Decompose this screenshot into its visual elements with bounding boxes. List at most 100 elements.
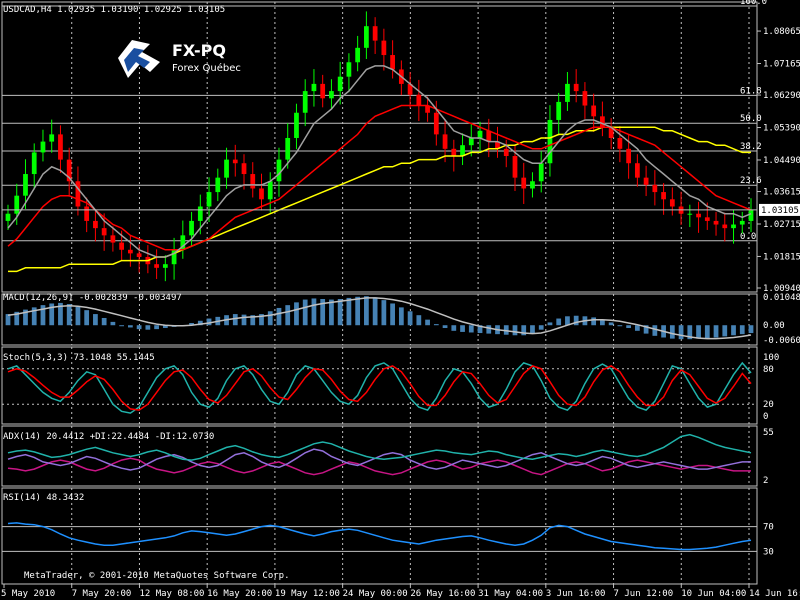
candle-body[interactable] [442, 134, 448, 149]
candle-body[interactable] [748, 210, 754, 221]
candle-body[interactable] [530, 181, 535, 189]
macd-bar[interactable] [442, 325, 448, 329]
macd-bar[interactable] [433, 324, 439, 326]
candle-body[interactable] [259, 188, 264, 200]
candle-body[interactable] [215, 177, 221, 193]
candle-body[interactable] [696, 213, 701, 218]
candle-body[interactable] [197, 206, 203, 221]
macd-bar[interactable] [93, 314, 98, 326]
candle-body[interactable] [416, 94, 422, 106]
candle-body[interactable] [31, 152, 37, 175]
candle-body[interactable] [573, 83, 579, 92]
macd-bar[interactable] [556, 318, 562, 326]
candle-body[interactable] [58, 134, 63, 160]
candle-body[interactable] [329, 91, 334, 99]
candle-body[interactable] [669, 199, 675, 207]
candle-body[interactable] [521, 177, 527, 189]
candle-body[interactable] [739, 220, 745, 225]
macd-bar[interactable] [241, 314, 247, 326]
candle-body[interactable] [661, 192, 666, 200]
candle-body[interactable] [381, 40, 387, 56]
macd-bar[interactable] [302, 299, 308, 326]
macd-bar[interactable] [136, 325, 142, 330]
macd-bar[interactable] [398, 307, 404, 326]
candle-body[interactable] [460, 145, 465, 157]
candle-body[interactable] [722, 224, 728, 229]
macd-bar[interactable] [512, 325, 518, 336]
candle-body[interactable] [731, 224, 736, 229]
macd-bar[interactable] [416, 315, 422, 326]
macd-bar[interactable] [337, 299, 343, 326]
macd-bar[interactable] [468, 325, 474, 333]
candle-body[interactable] [5, 213, 11, 221]
macd-bar[interactable] [739, 325, 745, 335]
candle-body[interactable] [451, 148, 457, 157]
candle-body[interactable] [512, 156, 518, 178]
macd-bar[interactable] [145, 325, 151, 330]
macd-bar[interactable] [119, 325, 125, 327]
macd-bar[interactable] [285, 305, 291, 326]
candle-body[interactable] [250, 174, 256, 189]
macd-bar[interactable] [267, 311, 273, 326]
macd-bar[interactable] [538, 325, 544, 330]
candle-body[interactable] [547, 119, 553, 164]
candle-body[interactable] [241, 163, 247, 175]
candle-body[interactable] [355, 47, 361, 63]
candle-body[interactable] [285, 137, 291, 160]
macd-bar[interactable] [696, 325, 701, 339]
candle-body[interactable] [468, 137, 474, 146]
candle-body[interactable] [364, 26, 369, 48]
candle-body[interactable] [14, 195, 20, 214]
candle-body[interactable] [110, 235, 116, 243]
macd-bar[interactable] [66, 304, 72, 326]
candle-body[interactable] [337, 76, 343, 92]
candle-body[interactable] [267, 181, 273, 200]
macd-bar[interactable] [451, 325, 457, 331]
macd-bar[interactable] [5, 314, 11, 326]
candle-body[interactable] [302, 91, 308, 113]
candle-body[interactable] [40, 141, 46, 153]
macd-bar[interactable] [355, 296, 361, 326]
candle-body[interactable] [346, 62, 352, 77]
macd-bar[interactable] [669, 325, 675, 339]
macd-bar[interactable] [346, 297, 352, 326]
macd-bar[interactable] [530, 325, 535, 334]
candle-body[interactable] [93, 220, 98, 229]
macd-bar[interactable] [591, 317, 597, 326]
candle-body[interactable] [84, 206, 90, 221]
macd-bar[interactable] [608, 322, 614, 326]
macd-bar[interactable] [678, 325, 684, 340]
macd-bar[interactable] [206, 318, 212, 326]
candle-body[interactable] [101, 228, 107, 236]
macd-bar[interactable] [364, 296, 369, 326]
candle-body[interactable] [206, 192, 212, 207]
candle-body[interactable] [162, 264, 168, 268]
candle-body[interactable] [75, 181, 81, 207]
macd-bar[interactable] [311, 298, 317, 326]
macd-bar[interactable] [329, 299, 334, 326]
candle-body[interactable] [486, 130, 492, 142]
candle-body[interactable] [320, 83, 326, 99]
candle-body[interactable] [704, 217, 710, 221]
macd-bar[interactable] [713, 325, 719, 338]
macd-bar[interactable] [722, 325, 728, 337]
candle-body[interactable] [390, 55, 395, 70]
candle-body[interactable] [626, 148, 631, 164]
macd-bar[interactable] [110, 321, 116, 326]
candle-body[interactable] [232, 159, 238, 164]
macd-bar[interactable] [276, 307, 282, 326]
macd-bar[interactable] [626, 325, 631, 329]
candle-body[interactable] [565, 83, 570, 102]
candle-body[interactable] [591, 105, 597, 117]
candle-body[interactable] [582, 91, 588, 106]
candle-body[interactable] [600, 116, 605, 128]
candle-body[interactable] [538, 163, 544, 182]
macd-bar[interactable] [704, 325, 710, 339]
candle-body[interactable] [189, 220, 194, 236]
candle-body[interactable] [433, 112, 439, 135]
macd-bar[interactable] [460, 325, 465, 332]
macd-bar[interactable] [232, 314, 238, 326]
candle-body[interactable] [49, 134, 55, 142]
macd-bar[interactable] [652, 325, 658, 336]
candle-body[interactable] [687, 213, 693, 215]
